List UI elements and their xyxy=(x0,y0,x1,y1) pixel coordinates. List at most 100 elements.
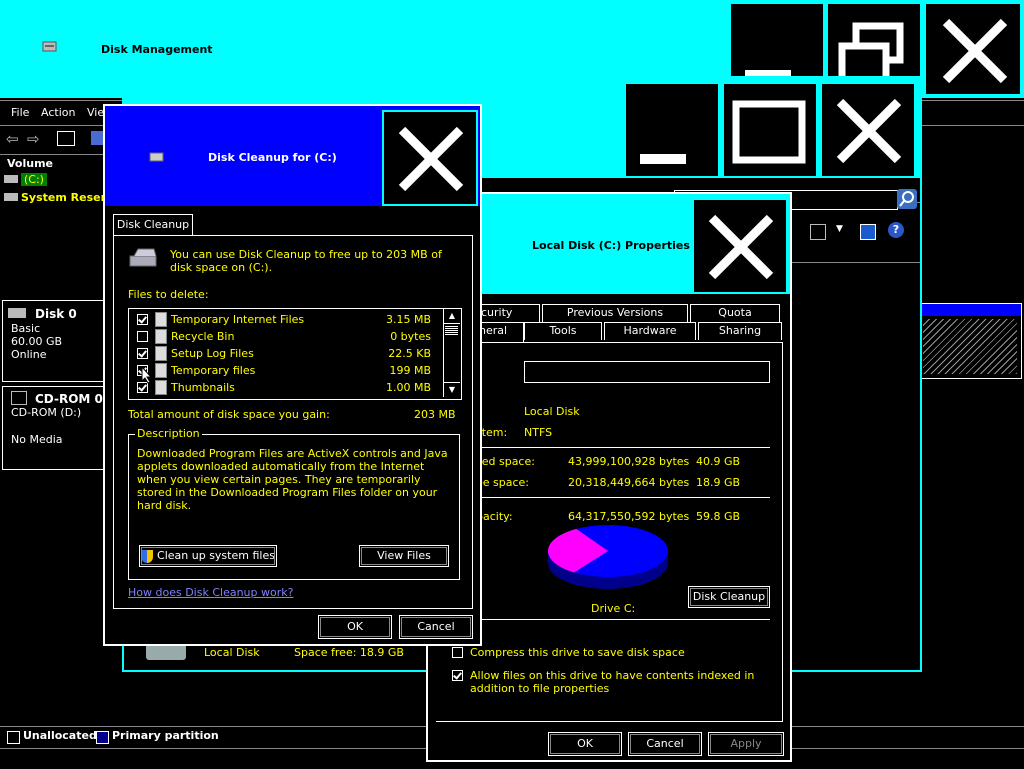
compress-label: Compress this drive to save disk space xyxy=(470,646,685,659)
file-size: 199 MB xyxy=(389,364,431,377)
total-value: 203 MB xyxy=(414,408,456,421)
partition-bar[interactable] xyxy=(920,303,1022,379)
legend-unallocated: Unallocated xyxy=(23,729,97,742)
index-checkbox[interactable] xyxy=(452,670,463,681)
free-gb: 18.9 GB xyxy=(696,476,741,489)
how-disk-cleanup-works-link[interactable]: How does Disk Cleanup work? xyxy=(128,586,293,599)
cleanup-title: Disk Cleanup for (C:) xyxy=(208,151,337,164)
view-options-icon[interactable] xyxy=(810,224,826,240)
file-checkbox[interactable] xyxy=(137,331,148,342)
index-label: Allow files on this drive to have conten… xyxy=(470,669,755,695)
file-name: Temporary Internet Files xyxy=(171,313,305,326)
free-label: ee space: xyxy=(476,476,530,489)
close-icon xyxy=(398,126,464,192)
view-files-button[interactable]: View Files xyxy=(359,545,449,567)
file-row[interactable]: Temporary files 199 MB xyxy=(129,362,441,379)
preview-pane-icon[interactable] xyxy=(860,224,876,240)
description-text: Downloaded Program Files are ActiveX con… xyxy=(137,447,448,512)
volume-label-input[interactable] xyxy=(524,361,770,383)
cdrom0-panel[interactable]: CD-ROM 0 CD-ROM (D:) No Media xyxy=(2,386,104,470)
tab-hardware[interactable]: Hardware xyxy=(604,322,696,340)
properties-apply-button[interactable]: Apply xyxy=(708,732,784,756)
drive-icon xyxy=(4,175,18,183)
file-name: Recycle Bin xyxy=(171,330,235,343)
legend-primary-swatch xyxy=(96,731,109,744)
menu-view[interactable]: Vie xyxy=(87,106,104,119)
menu-file[interactable]: File xyxy=(11,106,29,119)
tab-previous-versions[interactable]: Previous Versions xyxy=(542,304,688,322)
file-size: 3.15 MB xyxy=(385,313,431,326)
volume-header[interactable]: Volume xyxy=(7,157,53,170)
file-icon xyxy=(155,329,167,344)
properties-ok-button[interactable]: OK xyxy=(548,732,622,756)
clean-up-system-files-label: Clean up system files xyxy=(157,549,275,562)
drive-label: Drive C: xyxy=(591,602,636,615)
used-gb: 40.9 GB xyxy=(696,455,741,468)
file-icon xyxy=(155,312,167,327)
properties-cancel-button[interactable]: Cancel xyxy=(628,732,702,756)
clean-up-system-files-button[interactable]: Clean up system files xyxy=(139,545,277,567)
scroll-down-icon[interactable]: ▼ xyxy=(444,382,460,397)
file-row[interactable]: Temporary Internet Files 3.15 MB xyxy=(129,311,441,328)
file-size: 1.00 MB xyxy=(385,381,431,394)
file-row[interactable]: Recycle Bin 0 bytes xyxy=(129,328,441,345)
disk-cleanup-button[interactable]: Disk Cleanup xyxy=(688,586,770,608)
chevron-down-icon[interactable]: ▼ xyxy=(836,224,843,234)
cleanup-close-button[interactable] xyxy=(382,110,478,206)
cleanup-intro: You can use Disk Cleanup to free up to 2… xyxy=(170,248,442,274)
file-name: Temporary files xyxy=(171,364,256,377)
help-icon[interactable]: ? xyxy=(888,222,904,238)
file-icon xyxy=(155,363,167,378)
back-arrow-icon[interactable]: ⇦ xyxy=(6,130,19,148)
tab-quota[interactable]: Quota xyxy=(690,304,780,322)
description-label: Description xyxy=(135,427,202,440)
volume-row-c[interactable]: (C:) xyxy=(4,173,47,186)
maximize-icon xyxy=(732,100,806,164)
volume-list: Volume (C:) System Reserv xyxy=(0,154,113,293)
search-icon[interactable] xyxy=(897,189,917,209)
file-row[interactable]: Setup Log Files 22.5 KB xyxy=(129,345,441,362)
cleanup-disk-icon xyxy=(128,246,160,270)
drive-icon xyxy=(4,193,18,201)
files-list[interactable]: Temporary Internet Files 3.15 MB Recycle B… xyxy=(128,308,462,400)
toolbar: ⇦ ⇨ xyxy=(0,125,110,149)
separator xyxy=(476,497,770,498)
used-label: sed space: xyxy=(476,455,535,468)
disk0-name: Disk 0 xyxy=(35,307,77,321)
compress-checkbox[interactable] xyxy=(452,647,463,658)
scroll-up-icon[interactable]: ▲ xyxy=(444,309,460,324)
scrollbar[interactable]: ▲ ▼ xyxy=(443,309,460,397)
tab-general[interactable]: neral xyxy=(478,322,524,342)
help-icon[interactable] xyxy=(91,131,103,145)
forward-arrow-icon[interactable]: ⇨ xyxy=(27,130,40,148)
volume-row-system[interactable]: System Reserv xyxy=(4,191,113,204)
tab-disk-cleanup[interactable]: Disk Cleanup xyxy=(113,214,193,236)
minimize-icon xyxy=(640,154,686,164)
drive-label: Local Disk xyxy=(204,646,260,659)
cleanup-cancel-button[interactable]: Cancel xyxy=(399,615,473,639)
mouse-cursor-icon xyxy=(141,365,153,387)
properties-icon[interactable] xyxy=(57,131,75,146)
cleanup-panel: You can use Disk Cleanup to free up to 2… xyxy=(113,235,473,609)
drive-space: Space free: 18.9 GB xyxy=(294,646,404,659)
explorer-maximize-button[interactable] xyxy=(722,82,818,178)
file-checkbox[interactable] xyxy=(137,314,148,325)
file-row[interactable]: Thumbnails 1.00 MB xyxy=(129,379,441,396)
tab-sharing[interactable]: Sharing xyxy=(698,322,782,340)
file-checkbox[interactable] xyxy=(137,348,148,359)
tab-security[interactable]: curity xyxy=(480,304,540,322)
explorer-minimize-button[interactable] xyxy=(624,82,720,178)
tab-tools[interactable]: Tools xyxy=(524,322,602,340)
file-name: Thumbnails xyxy=(171,381,235,394)
explorer-divider xyxy=(784,262,920,263)
disk0-panel[interactable]: Disk 0 Basic 60.00 GB Online xyxy=(2,300,104,382)
properties-close-button[interactable] xyxy=(692,198,788,294)
shield-icon xyxy=(141,549,154,563)
cleanup-ok-button[interactable]: OK xyxy=(318,615,392,639)
explorer-close-button[interactable] xyxy=(820,82,916,178)
disk0-size: 60.00 GB xyxy=(11,335,63,348)
close-button[interactable] xyxy=(924,2,1022,96)
legend-unallocated-swatch xyxy=(7,731,20,744)
scroll-thumb[interactable] xyxy=(445,325,458,335)
menu-action[interactable]: Action xyxy=(41,106,75,119)
